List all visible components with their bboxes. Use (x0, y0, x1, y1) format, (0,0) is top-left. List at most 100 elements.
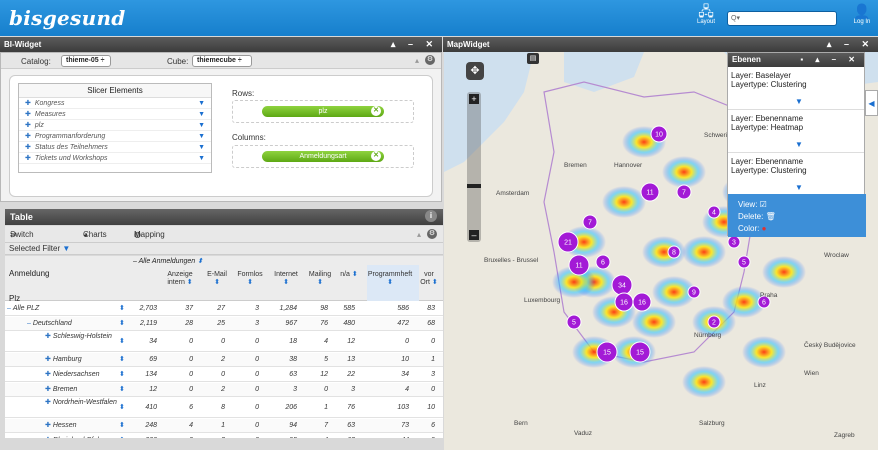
cluster-marker[interactable]: 8 (667, 245, 681, 259)
catalog-label: Catalog: (21, 57, 51, 66)
cell-value: 0 (431, 338, 435, 345)
column-header[interactable]: Anzeige intern ⬍ (163, 271, 197, 287)
cluster-marker[interactable]: 2 (707, 315, 721, 329)
cluster-marker[interactable]: 7 (582, 214, 598, 230)
window-controls[interactable]: ▴ – ✕ (827, 37, 874, 52)
zoom-slider[interactable]: + – (467, 92, 481, 242)
cell-value: 206 (285, 404, 297, 411)
login-button[interactable]: 👤 Log In (842, 3, 878, 25)
cluster-marker[interactable]: 11 (640, 182, 660, 202)
column-header[interactable]: n/a ⬍ (339, 271, 359, 279)
row-label[interactable]: ✚ Bremen (45, 383, 123, 397)
settings-icon[interactable]: ⚙ (427, 229, 437, 239)
layout-button[interactable]: 🖧 Layout (686, 3, 726, 25)
column-header[interactable]: E-Mail ⬍ (205, 271, 229, 287)
row-label[interactable]: ✚ Nordrhein-Westfalen (45, 398, 123, 407)
window-controls[interactable]: ▴ – ✕ (391, 37, 438, 52)
column-header[interactable]: Internet ⬍ (271, 271, 301, 287)
cluster-marker[interactable]: 7 (676, 184, 692, 200)
dropdown-icon[interactable]: ▼ (198, 131, 205, 142)
brand-logo[interactable]: bisgesund (9, 6, 126, 30)
dropdown-icon[interactable]: ▼ (198, 142, 205, 153)
plus-icon: ✚ (25, 144, 31, 151)
cluster-marker[interactable]: 15 (596, 341, 618, 363)
row-label[interactable]: ✚ Hamburg (45, 353, 123, 367)
cluster-count: 2 (712, 320, 716, 327)
slicer-item[interactable]: ✚ plz ▼ (19, 120, 211, 131)
collapse-icon[interactable]: ▴ (417, 226, 421, 243)
cell-value: 0 (237, 434, 259, 438)
remove-icon[interactable]: ✕ (371, 106, 381, 116)
all-column-header[interactable]: – Alle Anmeldungen ⬍ (133, 257, 203, 265)
cluster-marker[interactable]: 9 (687, 285, 701, 299)
cell-value: 25 (217, 320, 225, 327)
cube-select[interactable]: thiemecube ÷ (192, 55, 252, 67)
table-row: ✚ Nordrhein-Westfalen ⬍ 410 6 8 0 206 1 76 103 10 (5, 398, 443, 418)
layer-switch-icon[interactable]: ▤ (527, 53, 539, 64)
search-input[interactable]: Q▾ (727, 11, 837, 26)
dropdown-icon[interactable]: ▼ (198, 98, 205, 109)
column-header[interactable]: vor Ort ⬍ (419, 271, 439, 287)
delete-button[interactable]: Delete: 🗑 (738, 211, 856, 223)
collapse-icon[interactable]: ▴ (415, 56, 419, 65)
column-header[interactable]: Programmheft ⬍ (367, 271, 413, 287)
settings-icon[interactable]: ⚙ (425, 55, 435, 65)
panel-toggle-icon[interactable]: ◀ (865, 90, 878, 116)
remove-icon[interactable]: ✕ (371, 151, 381, 161)
slicer-item[interactable]: ✚ Measures ▼ (19, 109, 211, 120)
cluster-marker[interactable]: 5 (737, 255, 751, 269)
color-picker[interactable]: Color: ● (738, 223, 856, 235)
dropdown-icon[interactable]: ▼ (795, 183, 803, 192)
dropdown-icon[interactable]: ▼ (198, 120, 205, 131)
columns-pill[interactable]: Anmeldungsart ✕ (262, 151, 384, 162)
slicer-item[interactable]: ✚ Status des Teilnehmers ▼ (19, 142, 211, 153)
cluster-marker[interactable]: 34 (611, 274, 633, 296)
layer-item[interactable]: Layer: Ebenenname Layertype: Heatmap ▼ (728, 110, 864, 153)
layer-item[interactable]: Layer: Ebenenname Layertype: Clustering ▼ (728, 153, 864, 196)
cluster-marker[interactable]: 6 (595, 254, 611, 270)
cluster-marker[interactable]: 5 (566, 314, 582, 330)
cluster-marker[interactable]: 21 (557, 231, 579, 253)
cluster-marker[interactable]: 15 (629, 341, 651, 363)
catalog-select[interactable]: thieme-05 ÷ (61, 55, 111, 67)
slicer-item-label: Status des Teilnehmers (34, 144, 108, 151)
slicer-item[interactable]: ✚ Tickets und Workshops ▼ (19, 153, 211, 164)
cluster-marker[interactable]: 11 (568, 254, 590, 276)
row-label[interactable]: ✚ Schleswig-Holstein (45, 332, 123, 341)
cluster-marker[interactable]: 10 (650, 125, 668, 143)
row-label[interactable]: ✚ Rheinland-Pfalz (45, 434, 123, 438)
pan-control-icon[interactable]: ✥ (466, 62, 484, 80)
column-header[interactable]: Mailing ⬍ (308, 271, 332, 287)
zoom-out-icon[interactable]: – (469, 230, 479, 240)
layer-type: Layertype: Clustering (731, 80, 807, 89)
cluster-marker[interactable]: 16 (632, 292, 652, 312)
selected-filter[interactable]: Selected Filter ▼ (5, 243, 443, 255)
cluster-marker[interactable]: 4 (707, 205, 721, 219)
dropdown-icon[interactable]: ▼ (795, 140, 803, 149)
cluster-count: 3 (732, 240, 736, 247)
expand-icon: ✚ (45, 399, 53, 406)
dropdown-icon[interactable]: ▼ (795, 97, 803, 106)
cluster-marker[interactable]: 3 (727, 235, 741, 249)
window-controls[interactable]: ▪ ▴ – ✕ (800, 53, 860, 67)
row-label[interactable]: – Alle PLZ (7, 302, 123, 316)
view-toggle[interactable]: View: ☑ (738, 199, 856, 211)
help-icon[interactable]: i (425, 210, 437, 222)
zoom-in-icon[interactable]: + (469, 94, 479, 104)
slicer-item[interactable]: ✚ Kongress ▼ (19, 98, 211, 109)
cell-value: 63 (289, 371, 297, 378)
cell-total: 12 (149, 386, 157, 393)
slicer-item[interactable]: ✚ Programmanforderung ▼ (19, 131, 211, 142)
cluster-marker[interactable]: 16 (614, 292, 634, 312)
column-header[interactable]: Formlos ⬍ (237, 271, 263, 287)
row-label[interactable]: ✚ Hessen (45, 419, 123, 433)
dropdown-icon[interactable]: ▼ (198, 153, 205, 164)
rows-pill[interactable]: plz ✕ (262, 106, 384, 117)
cell-value: 2 (163, 434, 193, 438)
row-label[interactable]: ✚ Niedersachsen (45, 368, 123, 382)
dropdown-icon[interactable]: ▼ (198, 109, 205, 120)
cube-label: Cube: (167, 57, 189, 66)
zoom-handle[interactable] (467, 184, 481, 188)
row-label[interactable]: – Deutschland (27, 317, 123, 331)
layer-item[interactable]: Layer: Baselayer Layertype: Clustering ▼ (728, 67, 864, 110)
